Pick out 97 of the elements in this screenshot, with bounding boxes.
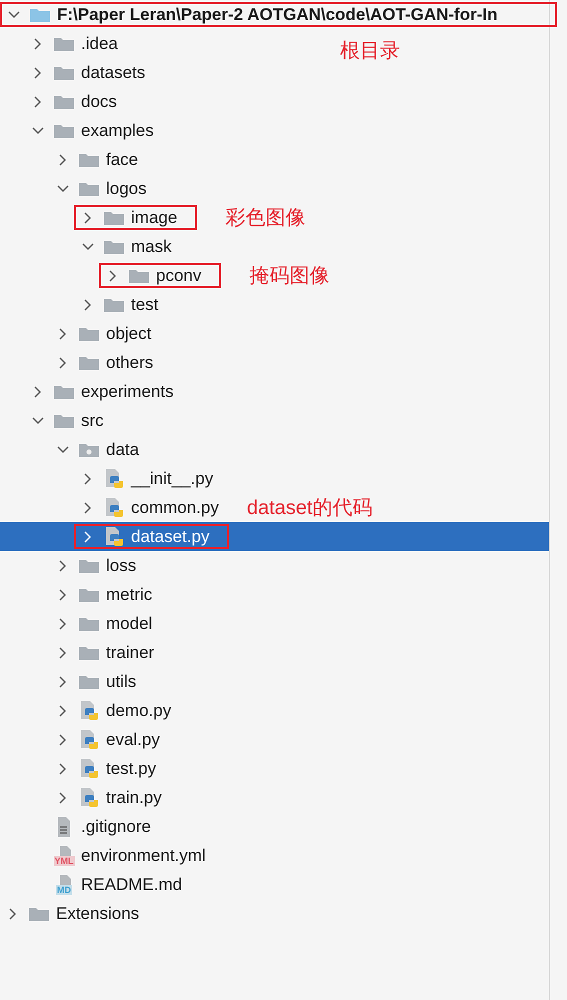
tree-row[interactable]: mask — [0, 232, 549, 261]
folder-name: .idea — [81, 34, 118, 54]
tree-row[interactable]: loss — [0, 551, 549, 580]
folder-icon — [128, 268, 150, 284]
folder-icon — [78, 586, 100, 602]
tree-row[interactable]: utils — [0, 667, 549, 696]
file-name: test.py — [106, 758, 156, 778]
folder-icon — [53, 122, 75, 138]
tree-row[interactable]: model — [0, 609, 549, 638]
file-name: train.py — [106, 788, 162, 808]
file-name: __init__.py — [131, 468, 214, 488]
folder-name: utils — [106, 672, 136, 692]
python-file-icon — [79, 700, 99, 722]
folder-icon — [78, 674, 100, 690]
folder-name: experiments — [81, 382, 174, 402]
folder-icon — [103, 238, 125, 254]
tree-row[interactable]: face — [0, 145, 549, 174]
tree-row[interactable]: dataset.py — [0, 522, 549, 551]
tree-row[interactable]: experiments — [0, 377, 549, 406]
python-file-icon — [104, 496, 124, 518]
folder-name: others — [106, 352, 154, 372]
folder-name: metric — [106, 584, 152, 604]
tree-row[interactable]: test — [0, 290, 549, 319]
tree-row[interactable]: Extensions — [0, 899, 549, 928]
folder-icon — [78, 616, 100, 632]
folder-name: data — [106, 440, 140, 460]
folder-icon — [53, 36, 75, 52]
python-file-icon — [104, 526, 124, 548]
folder-icon — [53, 412, 75, 428]
folder-icon — [103, 210, 125, 226]
tree-row[interactable]: others — [0, 348, 549, 377]
folder-name: F:\Paper Leran\Paper-2 AOTGAN\code\AOT-GAN-for-In — [57, 4, 498, 24]
annotation-text: 彩色图像 — [225, 206, 306, 231]
tree-row[interactable]: src — [0, 406, 549, 435]
file-name: demo.py — [106, 700, 172, 720]
folder-icon — [78, 644, 100, 660]
folder-icon — [53, 64, 75, 80]
folder-icon — [28, 906, 50, 922]
folder-icon — [53, 384, 75, 400]
python-file-icon — [104, 468, 124, 490]
folder-name: examples — [81, 120, 154, 140]
folder-name: model — [106, 614, 152, 634]
tree-row[interactable]: logos — [0, 174, 549, 203]
tree-row[interactable]: metric — [0, 580, 549, 609]
folder-name: trainer — [106, 642, 154, 662]
tree-row[interactable]: common.py dataset的代码 — [0, 493, 549, 522]
folder-name: docs — [81, 92, 117, 112]
file-name: environment.yml — [81, 846, 206, 866]
folder-icon — [78, 326, 100, 342]
folder-name: mask — [131, 236, 172, 256]
python-file-icon — [79, 758, 99, 780]
file-name: eval.py — [106, 730, 160, 750]
file-type-badge: YML — [54, 856, 74, 866]
file-name: common.py — [131, 498, 219, 518]
tree-row[interactable]: eval.py — [0, 725, 549, 754]
folder-icon — [78, 558, 100, 574]
tree-row[interactable]: pconv 掩码图像 — [0, 261, 549, 290]
folder-name: datasets — [81, 62, 146, 82]
folder-icon — [29, 6, 51, 22]
tree-row[interactable]: object — [0, 319, 549, 348]
tree-row[interactable]: F:\Paper Leran\Paper-2 AOTGAN\code\AOT-GAN-for-In — [0, 0, 549, 29]
tree-row[interactable]: demo.py — [0, 696, 549, 725]
tree-row[interactable]: test.py — [0, 754, 549, 783]
folder-icon — [53, 94, 75, 110]
folder-name: pconv — [156, 266, 202, 286]
tree-row[interactable]: MD README.md — [0, 870, 549, 899]
file-name: .gitignore — [81, 816, 151, 836]
annotation-text: dataset的代码 — [246, 496, 372, 521]
tree-row[interactable]: __init__.py — [0, 464, 549, 493]
file-name: dataset.py — [131, 526, 210, 546]
tree-row[interactable]: YML environment.yml — [0, 841, 549, 870]
tree-row[interactable]: docs — [0, 87, 549, 116]
tree-row[interactable]: .gitignore — [0, 812, 549, 841]
annotation-text: 掩码图像 — [249, 264, 330, 289]
tree-row[interactable]: trainer — [0, 638, 549, 667]
folder-icon — [78, 152, 100, 168]
folder-icon — [103, 296, 125, 312]
tree-row[interactable]: train.py — [0, 783, 549, 812]
folder-name: logos — [106, 178, 147, 198]
folder-name: image — [131, 208, 178, 228]
folder-name: face — [106, 150, 138, 170]
folder-name: Extensions — [56, 904, 140, 924]
tree-row[interactable]: data — [0, 435, 549, 464]
tree-row[interactable]: examples — [0, 116, 549, 145]
folder-name: src — [81, 410, 104, 430]
folder-name: object — [106, 324, 152, 344]
folder-name: loss — [106, 556, 136, 576]
file-type-badge: MD — [56, 884, 72, 894]
package-folder-icon — [78, 442, 100, 458]
python-file-icon — [79, 786, 99, 808]
tree-row[interactable]: image 彩色图像 — [0, 203, 549, 232]
python-file-icon — [79, 728, 99, 750]
file-name: README.md — [81, 874, 182, 894]
folder-icon — [78, 354, 100, 370]
folder-icon — [78, 180, 100, 196]
text-file-icon — [56, 816, 72, 838]
folder-name: test — [131, 294, 158, 314]
